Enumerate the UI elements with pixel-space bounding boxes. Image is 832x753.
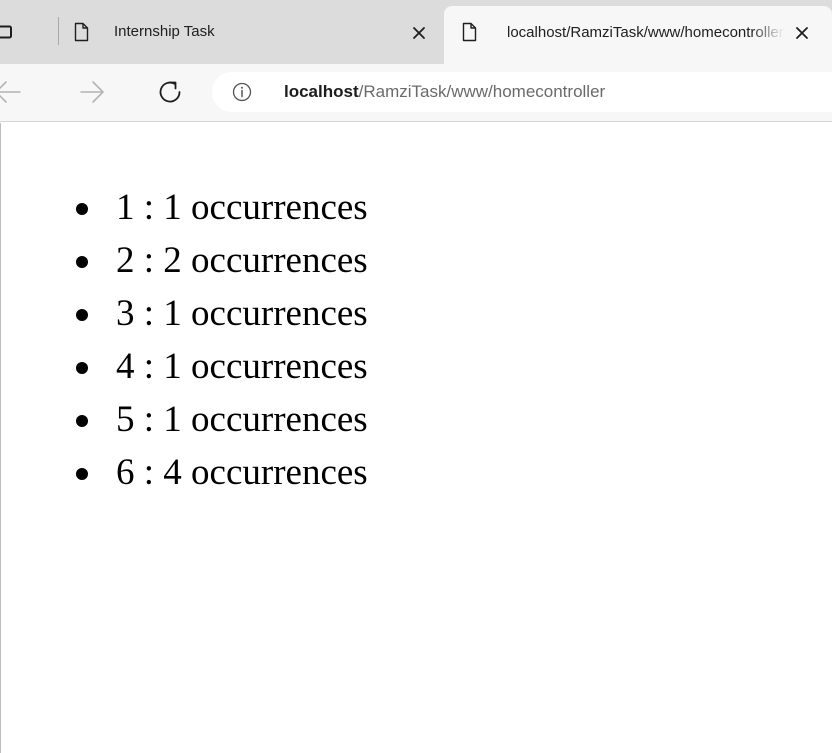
- tab-homecontroller[interactable]: localhost/RamziTask/www/homecontroller: [444, 6, 832, 64]
- item-separator: :: [134, 293, 164, 334]
- back-arrow-icon[interactable]: [0, 78, 28, 106]
- address-bar[interactable]: localhost/RamziTask/www/homecontroller: [212, 72, 832, 112]
- forward-arrow-icon[interactable]: [78, 78, 106, 106]
- list-item: 1 : 1 occurrences: [76, 181, 368, 234]
- item-count: 4: [163, 452, 182, 493]
- list-item: 2 : 2 occurrences: [76, 234, 368, 287]
- page-icon: [74, 22, 89, 42]
- list-item: 4 : 1 occurrences: [76, 340, 368, 393]
- item-suffix: occurrences: [181, 187, 368, 228]
- item-separator: :: [134, 399, 164, 440]
- item-count: 1: [163, 346, 182, 387]
- item-count: 1: [163, 399, 182, 440]
- item-number: 5: [116, 399, 135, 440]
- item-suffix: occurrences: [181, 240, 368, 281]
- item-number: 4: [116, 346, 135, 387]
- tab-title: Internship Task: [114, 23, 215, 40]
- item-count: 1: [163, 187, 182, 228]
- tab-internship-task[interactable]: Internship Task: [66, 0, 438, 64]
- item-number: 6: [116, 452, 135, 493]
- item-suffix: occurrences: [181, 399, 368, 440]
- item-number: 2: [116, 240, 135, 281]
- browser-toolbar: localhost/RamziTask/www/homecontroller: [0, 64, 832, 122]
- page-content: 1 : 1 occurrences 2 : 2 occurrences 3 : …: [0, 123, 832, 753]
- item-suffix: occurrences: [181, 346, 368, 387]
- reload-icon[interactable]: [156, 78, 184, 106]
- url-path: /RamziTask/www/homecontroller: [358, 82, 606, 101]
- item-separator: :: [134, 187, 164, 228]
- url-host: localhost: [284, 82, 359, 101]
- item-separator: :: [134, 240, 164, 281]
- item-number: 1: [116, 187, 135, 228]
- list-item: 6 : 4 occurrences: [76, 446, 368, 499]
- tab-title: localhost/RamziTask/www/homecontroller: [507, 24, 784, 41]
- close-icon[interactable]: [795, 26, 809, 40]
- info-icon[interactable]: [232, 82, 252, 102]
- item-number: 3: [116, 293, 135, 334]
- url-text: localhost/RamziTask/www/homecontroller: [284, 82, 605, 102]
- tab-strip: Internship Task localhost/RamziTask/www/…: [0, 0, 832, 64]
- page-icon: [462, 22, 477, 42]
- list-item: 5 : 1 occurrences: [76, 393, 368, 446]
- occurrence-list: 1 : 1 occurrences 2 : 2 occurrences 3 : …: [76, 181, 368, 499]
- list-item: 3 : 1 occurrences: [76, 287, 368, 340]
- item-separator: :: [134, 452, 164, 493]
- item-count: 2: [163, 240, 182, 281]
- item-separator: :: [134, 346, 164, 387]
- item-suffix: occurrences: [181, 293, 368, 334]
- tab-divider: [58, 17, 59, 45]
- window-icon[interactable]: [0, 25, 14, 39]
- close-icon[interactable]: [412, 26, 426, 40]
- item-count: 1: [163, 293, 182, 334]
- item-suffix: occurrences: [181, 452, 368, 493]
